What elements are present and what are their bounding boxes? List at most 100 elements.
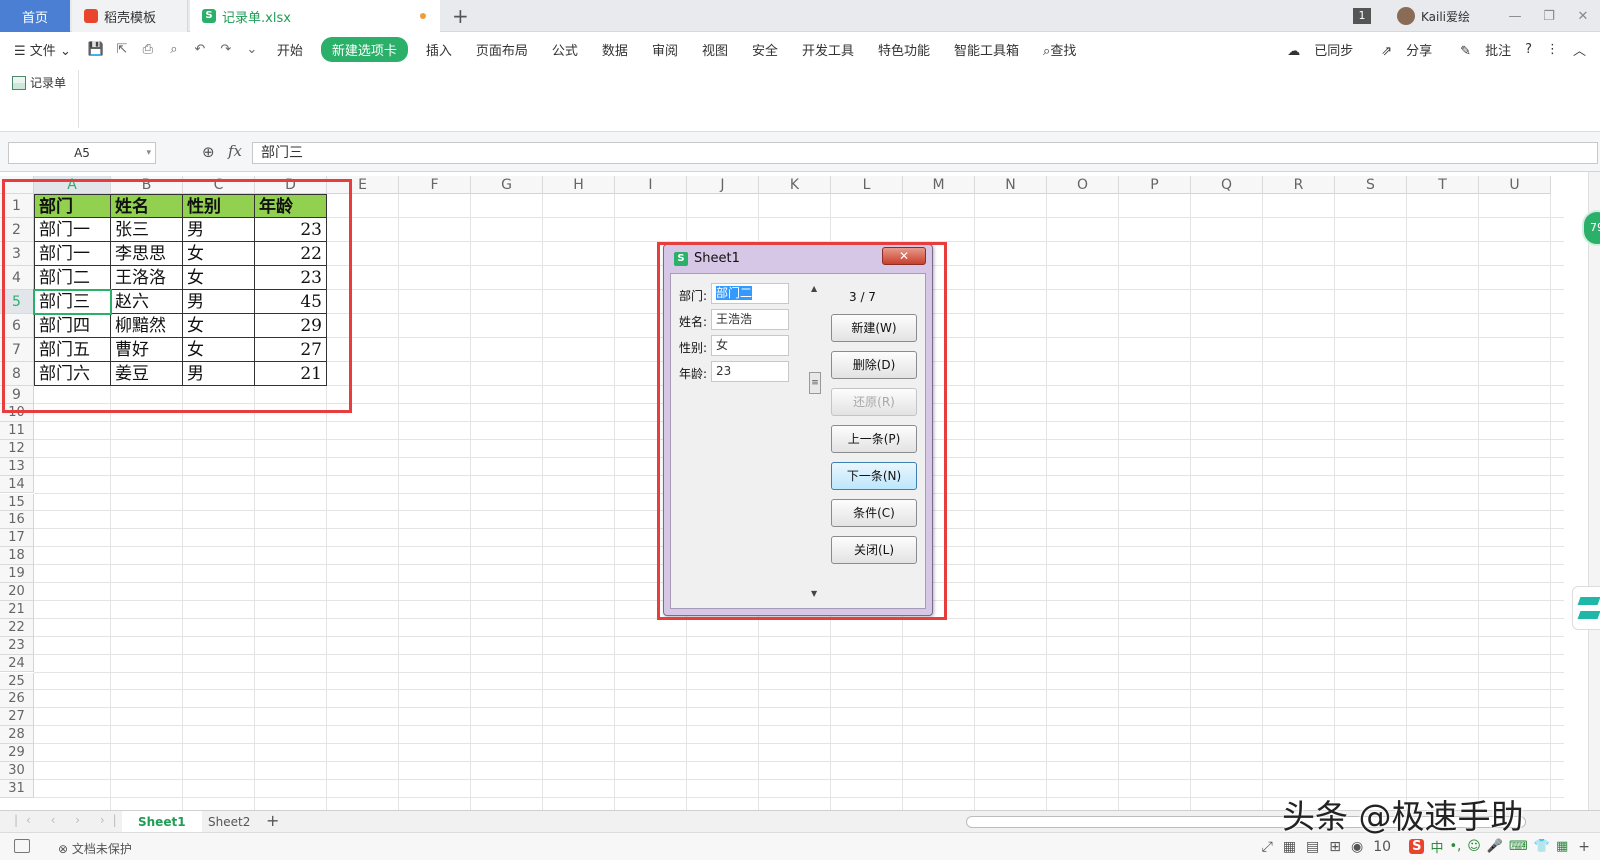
sheet-tab-1[interactable]: Sheet1 — [122, 811, 202, 833]
split-view-icon[interactable]: ⊞ — [1329, 839, 1341, 855]
row-header-30[interactable]: 30 — [0, 762, 34, 780]
row-header-18[interactable]: 18 — [0, 547, 34, 566]
table-cell[interactable]: 45 — [255, 290, 327, 314]
tab-template[interactable]: 稻壳模板 — [72, 0, 188, 32]
row-header-9[interactable]: 9 — [0, 386, 34, 404]
table-cell[interactable]: 柳黯然 — [111, 314, 183, 338]
table-cell[interactable]: 部门六 — [34, 362, 111, 386]
menu-formula[interactable]: 公式 — [540, 40, 590, 59]
next-record-button[interactable]: 下一条(N) — [831, 462, 917, 490]
tab-file[interactable]: S 记录单.xlsx — [190, 0, 440, 32]
unsaved-dot-icon[interactable] — [420, 13, 426, 19]
menu-review[interactable]: 审阅 — [640, 40, 690, 59]
row-header-24[interactable]: 24 — [0, 654, 34, 673]
ime-toolbar[interactable]: S 中 •, ☺ 🎤 ⌨ 👕 ▦ — [1403, 837, 1568, 856]
row-header-26[interactable]: 26 — [0, 690, 34, 709]
normal-view-icon[interactable]: ▦ — [1283, 839, 1296, 855]
minimize-icon[interactable]: — — [1498, 9, 1532, 24]
menu-developer[interactable]: 开发工具 — [790, 40, 866, 59]
col-header-T[interactable]: T — [1407, 176, 1479, 194]
table-cell[interactable]: 部门四 — [34, 314, 111, 338]
fx-icon[interactable]: fx — [228, 142, 242, 160]
col-header-U[interactable]: U — [1479, 176, 1551, 194]
side-badge[interactable]: 79 — [1582, 210, 1600, 246]
zoom-level[interactable]: 10 — [1373, 839, 1391, 855]
table-cell[interactable]: 曹好 — [111, 338, 183, 362]
record-form-button[interactable]: 记录单 — [12, 74, 66, 91]
dialog-close-button[interactable]: ✕ — [882, 247, 926, 265]
collapse-ribbon-icon[interactable]: ︿ — [1573, 40, 1586, 59]
row-header-22[interactable]: 22 — [0, 618, 34, 637]
table-cell[interactable]: 张三 — [111, 218, 183, 242]
col-header-I[interactable]: I — [615, 176, 687, 194]
redo-icon[interactable]: ↷ — [218, 42, 234, 57]
comment-button[interactable]: ✎ 批注 — [1446, 40, 1511, 59]
row-header-19[interactable]: 19 — [0, 565, 34, 583]
table-cell[interactable]: 23 — [255, 218, 327, 242]
window-count-badge[interactable]: 1 — [1352, 8, 1371, 24]
menu-smart-toolbox[interactable]: 智能工具箱 — [942, 40, 1031, 59]
sheet-nav-arrows-icon[interactable]: |‹ ‹ › ›| — [14, 813, 125, 827]
col-header-P[interactable]: P — [1119, 176, 1191, 194]
mic-icon[interactable]: 🎤 — [1487, 839, 1503, 854]
col-header-D[interactable]: D — [255, 176, 327, 194]
print-icon[interactable]: ⎙ — [140, 42, 156, 57]
table-cell[interactable]: 部门一 — [34, 242, 111, 266]
table-cell[interactable]: 李思思 — [111, 242, 183, 266]
more-icon[interactable]: ⋮ — [1546, 42, 1559, 57]
col-header-N[interactable]: N — [975, 176, 1047, 194]
row-header-14[interactable]: 14 — [0, 475, 34, 494]
table-header-cell[interactable]: 姓名 — [111, 194, 183, 218]
protection-status[interactable]: ⊗ 文档未保护 — [58, 840, 132, 857]
row-header-20[interactable]: 20 — [0, 583, 34, 601]
close-dialog-button[interactable]: 关闭(L) — [831, 536, 917, 564]
zoom-in-icon[interactable]: + — [1578, 839, 1590, 855]
row-header-8[interactable]: 8 — [0, 362, 34, 386]
restore-button[interactable]: 还原(R) — [831, 388, 917, 416]
table-cell[interactable]: 部门三 — [34, 290, 111, 314]
menu-file[interactable]: ☰ 文件 ⌄ — [0, 40, 83, 59]
criteria-button[interactable]: 条件(C) — [831, 499, 917, 527]
zoom-formula-icon[interactable]: ⊕ — [202, 143, 215, 161]
side-app-icon[interactable] — [1572, 586, 1600, 630]
row-header-28[interactable]: 28 — [0, 726, 34, 745]
menu-new-tab[interactable]: 新建选项卡 — [320, 36, 408, 62]
table-cell[interactable]: 女 — [183, 266, 255, 290]
col-header-A[interactable]: A — [34, 176, 111, 194]
table-cell[interactable]: 男 — [183, 290, 255, 314]
grid-apps-icon[interactable]: ▦ — [1556, 839, 1568, 854]
sheet-tab-2[interactable]: Sheet2 — [192, 811, 266, 833]
table-cell[interactable]: 女 — [183, 314, 255, 338]
row-header-1[interactable]: 1 — [0, 194, 34, 218]
col-header-C[interactable]: C — [183, 176, 255, 194]
avatar[interactable] — [1396, 7, 1415, 25]
col-header-O[interactable]: O — [1047, 176, 1119, 194]
record-scrollbar[interactable]: ▲ ≡ ▼ — [807, 282, 823, 600]
col-header-R[interactable]: R — [1263, 176, 1335, 194]
field-input-dept[interactable]: 部门二 — [711, 283, 789, 304]
table-header-cell[interactable]: 性别 — [183, 194, 255, 218]
row-header-16[interactable]: 16 — [0, 511, 34, 530]
table-cell[interactable]: 22 — [255, 242, 327, 266]
table-cell[interactable]: 女 — [183, 338, 255, 362]
user-name[interactable]: Kaili爱绘 — [1421, 8, 1470, 25]
page-view-icon[interactable] — [14, 839, 30, 853]
col-header-J[interactable]: J — [687, 176, 759, 194]
field-input-age[interactable]: 23 — [711, 361, 789, 382]
table-cell[interactable]: 部门二 — [34, 266, 111, 290]
table-cell[interactable]: 姜豆 — [111, 362, 183, 386]
menu-features[interactable]: 特色功能 — [866, 40, 942, 59]
scroll-thumb[interactable]: ≡ — [809, 372, 821, 394]
row-header-12[interactable]: 12 — [0, 439, 34, 458]
col-header-K[interactable]: K — [759, 176, 831, 194]
table-cell[interactable]: 27 — [255, 338, 327, 362]
emoji-icon[interactable]: ☺ — [1467, 839, 1481, 854]
row-header-3[interactable]: 3 — [0, 242, 34, 266]
row-header-7[interactable]: 7 — [0, 338, 34, 362]
keyboard-icon[interactable]: ⌨ — [1509, 839, 1528, 854]
table-cell[interactable]: 29 — [255, 314, 327, 338]
row-header-15[interactable]: 15 — [0, 493, 34, 512]
table-cell[interactable]: 赵六 — [111, 290, 183, 314]
close-icon[interactable]: ✕ — [1566, 9, 1600, 24]
col-header-L[interactable]: L — [831, 176, 903, 194]
